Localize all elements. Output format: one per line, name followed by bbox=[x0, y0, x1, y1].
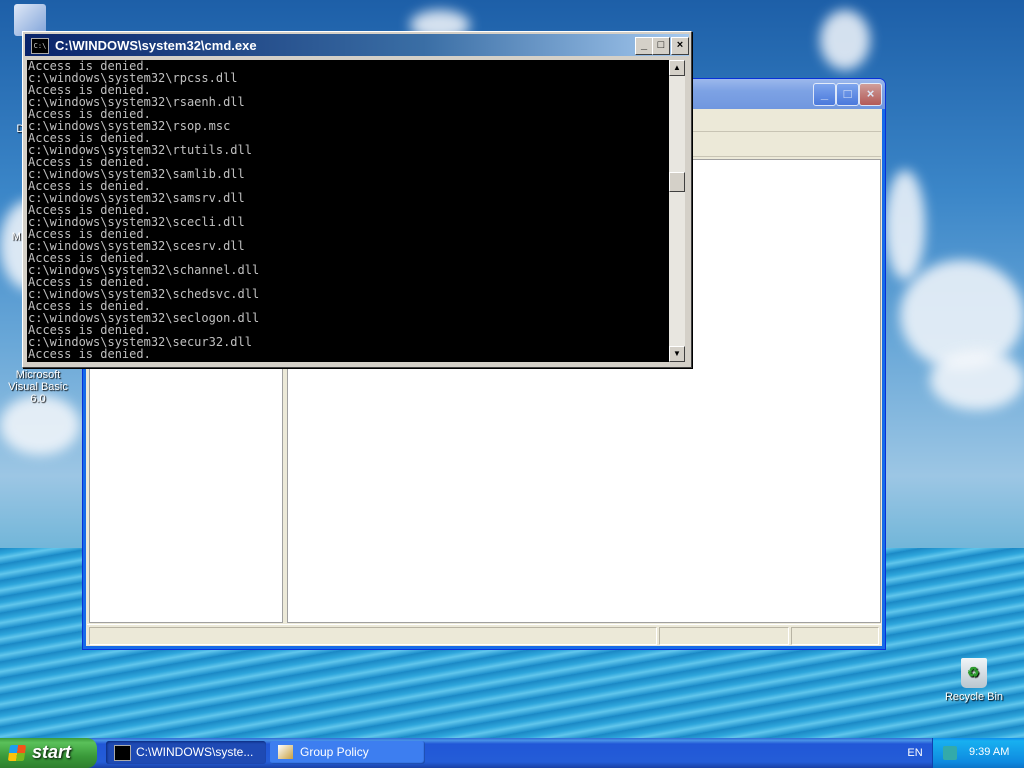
system-tray: 9:39 AM bbox=[932, 738, 1024, 768]
status-cell bbox=[89, 627, 657, 645]
cmd-titlebar[interactable]: C:\ C:\WINDOWS\system32\cmd.exe _ □ × bbox=[25, 34, 689, 56]
cloud bbox=[820, 10, 870, 70]
maximize-button[interactable]: □ bbox=[652, 37, 670, 55]
minimize-button[interactable]: _ bbox=[813, 83, 836, 106]
taskbar-item-label: Group Policy bbox=[300, 745, 369, 759]
status-cell bbox=[659, 627, 789, 645]
group-policy-icon bbox=[278, 745, 293, 759]
network-icon[interactable] bbox=[943, 746, 957, 760]
desktop-icon-recycle-bin[interactable]: ♻ Recycle Bin bbox=[936, 658, 1012, 703]
maximize-button[interactable]: □ bbox=[836, 83, 859, 106]
scroll-down-arrow-icon[interactable]: ▼ bbox=[669, 346, 685, 362]
vertical-scrollbar[interactable]: ▲ ▼ bbox=[669, 60, 685, 362]
taskbar-item-group-policy[interactable]: Group Policy bbox=[270, 741, 425, 764]
recycle-bin-icon: ♻ bbox=[961, 658, 987, 688]
clock[interactable]: 9:39 AM bbox=[969, 746, 1009, 758]
scroll-up-arrow-icon[interactable]: ▲ bbox=[669, 60, 685, 76]
console-icon: C:\ bbox=[31, 38, 49, 54]
cloud bbox=[885, 170, 925, 280]
status-bar bbox=[87, 624, 881, 645]
console-icon bbox=[114, 745, 131, 761]
desktop-icon-label: Microsoft Visual Basic 6.0 bbox=[8, 369, 68, 405]
start-label: start bbox=[32, 742, 72, 762]
cloud bbox=[930, 350, 1024, 410]
language-indicator[interactable]: EN bbox=[900, 738, 930, 768]
windows-logo-icon bbox=[7, 745, 27, 761]
console-output[interactable]: Access is denied. c:\windows\system32\rpc… bbox=[27, 60, 669, 362]
scroll-thumb[interactable] bbox=[669, 172, 685, 192]
status-cell bbox=[791, 627, 879, 645]
taskbar: start C:\WINDOWS\syste... Group Policy E… bbox=[0, 738, 1024, 768]
close-button[interactable]: × bbox=[859, 83, 882, 106]
start-button[interactable]: start bbox=[0, 738, 97, 768]
minimize-button[interactable]: _ bbox=[635, 37, 653, 55]
close-button[interactable]: × bbox=[671, 37, 689, 55]
cmd-window[interactable]: C:\ C:\WINDOWS\system32\cmd.exe _ □ × Ac… bbox=[22, 31, 692, 368]
console-line: Access is denied. bbox=[28, 347, 151, 361]
taskbar-item-label: C:\WINDOWS\syste... bbox=[136, 745, 254, 759]
cmd-window-title: C:\WINDOWS\system32\cmd.exe bbox=[55, 38, 257, 53]
desktop-icon-label: Recycle Bin bbox=[944, 691, 1004, 703]
taskbar-item-cmd[interactable]: C:\WINDOWS\syste... bbox=[106, 741, 266, 764]
